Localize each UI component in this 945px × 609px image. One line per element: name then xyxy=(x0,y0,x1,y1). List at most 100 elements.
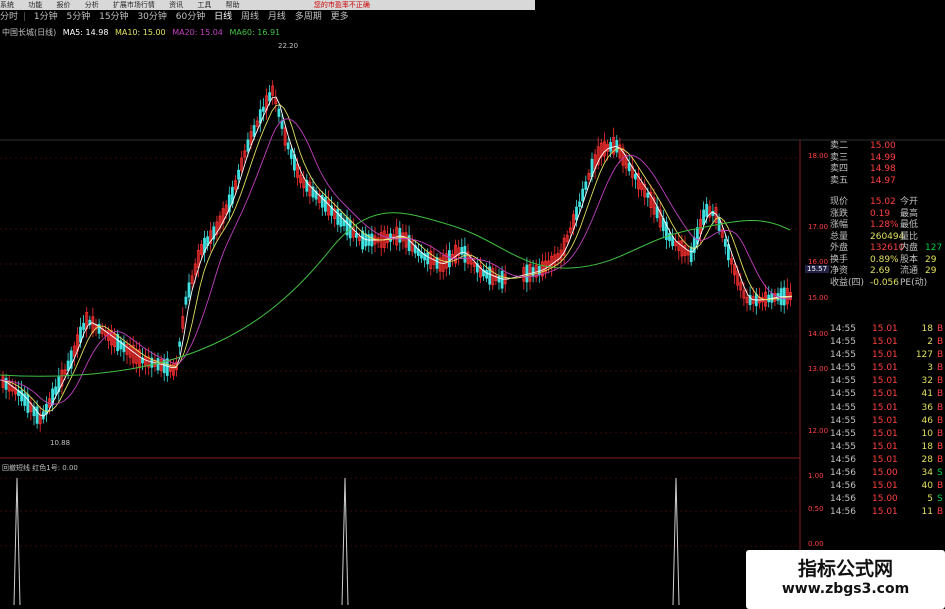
menu-item[interactable]: 报价 xyxy=(56,1,70,9)
tab-period[interactable]: 月线 xyxy=(268,12,286,22)
tick-direction: B xyxy=(937,441,944,452)
tab-period[interactable]: 15分钟 xyxy=(99,12,128,22)
tick-direction: B xyxy=(937,481,944,492)
tick-direction: B xyxy=(937,337,944,348)
stat-label: 总量 xyxy=(830,231,849,242)
stat-row: 换手 0.89% 股本 29 xyxy=(830,255,945,267)
tab-period[interactable]: 60分钟 xyxy=(176,12,205,22)
candle-body xyxy=(609,141,612,152)
menu-item[interactable]: 扩展市场行情 xyxy=(113,1,155,9)
ask-label: 卖二 xyxy=(830,141,849,151)
kline-chart[interactable] xyxy=(0,0,945,609)
tick-volume: 11 xyxy=(921,507,933,518)
tab-period[interactable]: 分时 xyxy=(0,12,18,22)
ask-label: 卖三 xyxy=(830,152,849,163)
menu-item[interactable]: 系统 xyxy=(0,1,14,9)
price-axis-label: 16.00 xyxy=(808,258,829,266)
tick-volume: 34 xyxy=(921,468,933,479)
indicator-axis-label: 1.00 xyxy=(808,472,824,480)
candle-body xyxy=(447,250,451,268)
ask-row: 卖五 14.97 xyxy=(830,176,945,188)
stat-label: 内盘 xyxy=(900,243,919,253)
candle-body xyxy=(184,296,188,305)
stat-row: 涨跌 0.19 最高 xyxy=(830,209,945,221)
menu-item[interactable]: 功能 xyxy=(28,1,42,9)
stat-label: 外盘 xyxy=(830,243,849,253)
ma20-label: MA20: 15.04 xyxy=(172,28,223,37)
tick-direction: B xyxy=(937,389,944,400)
ask-price: 14.99 xyxy=(870,152,896,163)
tab-period[interactable]: 更多 xyxy=(331,12,349,22)
tick-price: 15.01 xyxy=(872,507,898,518)
candle-body xyxy=(35,406,39,424)
tick-time: 14:55 xyxy=(830,363,856,374)
tab-period[interactable]: 30分钟 xyxy=(137,12,166,22)
candle-body xyxy=(364,233,368,247)
candle-body xyxy=(627,162,631,172)
candles xyxy=(1,80,792,432)
ma5-line xyxy=(0,96,793,417)
tick-time: 14:56 xyxy=(830,468,856,479)
stat-label: 最低 xyxy=(900,220,919,230)
candle-body xyxy=(252,125,256,137)
stat-label: 现价 xyxy=(830,197,849,207)
ma20-line xyxy=(0,118,793,405)
candle-body xyxy=(727,244,730,261)
menu-item[interactable]: 帮助 xyxy=(226,1,240,9)
stat-label: 量比 xyxy=(900,231,919,242)
tick-direction: B xyxy=(937,454,944,465)
tab-period-active[interactable]: 日线 xyxy=(214,12,232,22)
tick-price: 15.01 xyxy=(872,376,898,387)
candle-body xyxy=(671,236,674,246)
ma-lines xyxy=(0,96,793,417)
stat-label: 净资 xyxy=(830,266,849,276)
low-price-label: 10.88 xyxy=(50,439,71,447)
tick-row: 14:55 15.01 10 B xyxy=(830,428,945,441)
candle-body xyxy=(460,246,464,255)
tab-period[interactable]: 周线 xyxy=(241,12,259,22)
warning-text: 您的市盈率不正确 xyxy=(313,1,370,9)
tab-period[interactable]: 5分钟 xyxy=(67,12,91,22)
tick-direction: S xyxy=(937,494,943,505)
tick-volume: 5 xyxy=(927,494,933,505)
stat-label: 涨跌 xyxy=(830,208,849,219)
price-axis-label: 17.00 xyxy=(808,223,829,231)
candle-body xyxy=(178,341,182,347)
candle-body xyxy=(339,213,343,227)
tick-row: 14:55 15.01 18 B xyxy=(830,323,945,336)
menu-item[interactable]: 分析 xyxy=(85,1,99,9)
stat-value: 0.19 xyxy=(870,208,891,219)
tick-direction: B xyxy=(937,324,944,334)
tick-time: 14:55 xyxy=(830,441,856,452)
candle-body xyxy=(584,181,588,190)
tab-period[interactable]: 1分钟 xyxy=(34,12,58,22)
tick-volume: 40 xyxy=(921,481,933,492)
tab-period[interactable]: 多周期 xyxy=(295,12,322,22)
candle-body xyxy=(277,108,281,117)
candle-body xyxy=(82,322,85,330)
tick-direction: B xyxy=(937,363,944,374)
menu-item[interactable]: 工具 xyxy=(197,1,211,9)
tick-row: 14:55 15.01 2 B xyxy=(830,336,945,349)
candle-body xyxy=(525,264,529,283)
menu-bar: 系统 功能 报价 分析 扩展市场行情 资讯 工具 帮助 您的市盈率不正确 xyxy=(0,0,535,10)
price-axis-label: 18.00 xyxy=(808,152,829,160)
ma10-line xyxy=(0,104,793,413)
tick-price: 15.01 xyxy=(872,324,898,334)
menu-item[interactable]: 资讯 xyxy=(169,1,183,9)
tick-direction: B xyxy=(937,428,944,439)
candle-body xyxy=(485,269,489,279)
ask-price: 15.00 xyxy=(870,141,896,151)
price-gridlines xyxy=(0,139,945,609)
candle-body xyxy=(435,257,439,269)
watermark-title: 指标公式网 xyxy=(797,558,893,580)
indicator-title: 回撤短线 红色1号: 0.00 xyxy=(2,463,78,473)
tick-price: 15.00 xyxy=(872,494,898,505)
candle-body xyxy=(187,282,191,298)
tick-volume: 28 xyxy=(921,454,933,465)
tick-volume: 18 xyxy=(921,441,933,452)
candle-body xyxy=(705,203,709,217)
price-axis-label: 12.00 xyxy=(808,427,829,435)
stat-value: 127 xyxy=(925,243,943,253)
ask-row: 卖三 14.99 xyxy=(830,153,945,165)
